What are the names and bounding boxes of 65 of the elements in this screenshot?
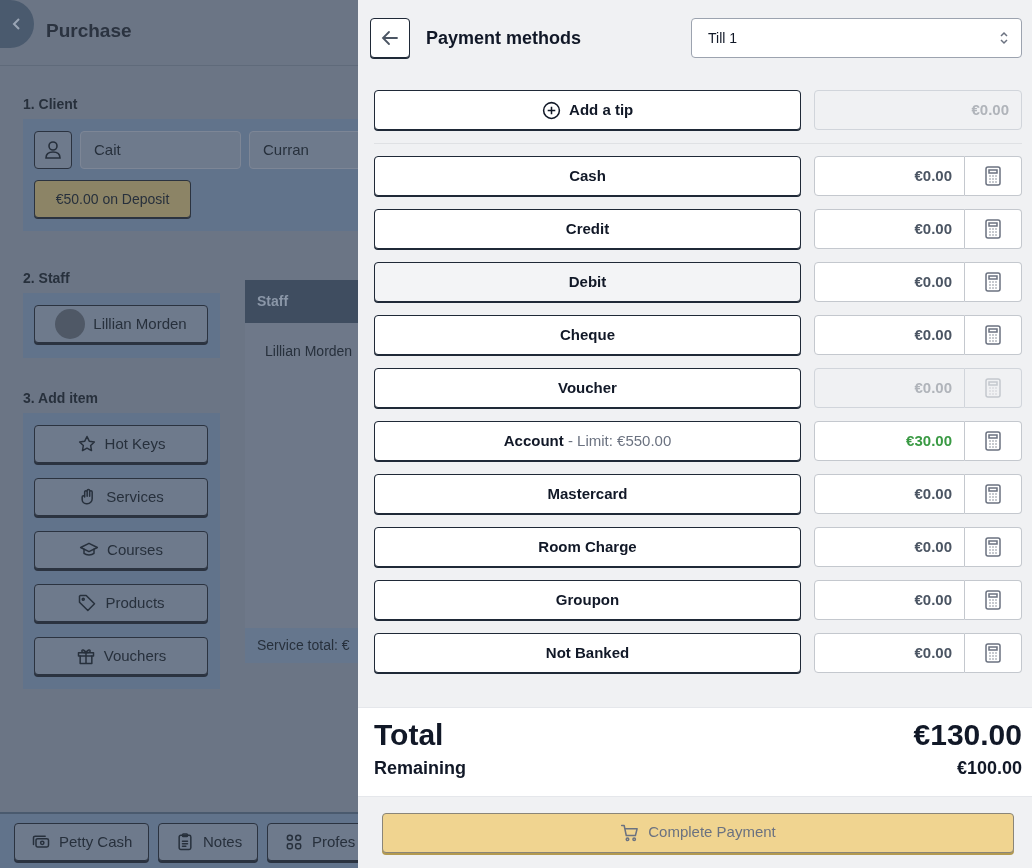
calculator-button[interactable] <box>965 580 1022 620</box>
amount-field[interactable]: €0.00 <box>814 209 965 249</box>
payment-method-button[interactable]: Room Charge <box>374 527 801 567</box>
table-header: Staff <box>245 280 358 323</box>
amount-field[interactable]: €0.00 <box>814 580 965 620</box>
star-icon <box>76 434 97 454</box>
amount-field[interactable]: €30.00 <box>814 421 965 461</box>
payment-method-button[interactable]: Cash <box>374 156 801 196</box>
till-select[interactable]: Till 1 <box>691 18 1022 58</box>
payment-method-button[interactable]: Mastercard <box>374 474 801 514</box>
deposit-button[interactable]: €50.00 on Deposit <box>34 180 191 218</box>
panel-title: Payment methods <box>426 26 582 50</box>
table-footer: Service total: € <box>245 628 358 663</box>
calculator-button[interactable] <box>965 421 1022 461</box>
plus-circle-icon <box>542 100 562 120</box>
remaining-amount: €100.00 <box>956 757 1022 780</box>
calculator-icon <box>984 431 1002 451</box>
calculator-icon <box>984 272 1002 292</box>
calculator-button[interactable] <box>965 209 1022 249</box>
back-arrow-icon <box>381 30 399 46</box>
section-heading: 2. Staff <box>23 269 71 288</box>
avatar <box>55 309 86 339</box>
calculator-icon <box>984 219 1002 239</box>
calculator-icon <box>984 166 1002 186</box>
total-amount: €130.00 <box>913 717 1022 753</box>
tag-icon <box>77 593 98 613</box>
section-heading: 1. Client <box>23 95 79 114</box>
clipboard-icon <box>175 832 195 852</box>
calculator-icon <box>984 484 1002 504</box>
calculator-button[interactable] <box>965 156 1022 196</box>
calculator-icon <box>984 590 1002 610</box>
chevron-updown-icon <box>999 30 1009 46</box>
back-icon <box>12 17 22 30</box>
calculator-button[interactable] <box>965 262 1022 302</box>
amount-field[interactable]: €0.00 <box>814 262 965 302</box>
back-button[interactable] <box>370 18 410 58</box>
amount-field[interactable]: €0.00 <box>814 527 965 567</box>
client-button[interactable] <box>34 131 72 169</box>
calculator-icon <box>984 378 1002 398</box>
calculator-button[interactable] <box>965 633 1022 673</box>
payment-method-button[interactable]: Groupon <box>374 580 801 620</box>
payment-method-button[interactable]: Not Banked <box>374 633 801 673</box>
calculator-button[interactable] <box>965 315 1022 355</box>
gift-icon <box>75 646 96 666</box>
grid-icon <box>284 832 304 852</box>
page-title: Purchase <box>46 18 132 43</box>
calculator-button[interactable] <box>965 527 1022 567</box>
calculator-icon <box>984 537 1002 557</box>
person-icon <box>44 140 62 160</box>
table-cell-text: Lillian Morden <box>264 342 354 361</box>
cart-icon <box>620 822 641 843</box>
remaining-label: Remaining <box>374 757 466 780</box>
amount-field[interactable]: €0.00 <box>814 633 965 673</box>
payment-method-button[interactable]: Credit <box>374 209 801 249</box>
calculator-button[interactable] <box>965 474 1022 514</box>
amount-field[interactable]: €0.00 <box>814 315 965 355</box>
amount-field[interactable]: €0.00 <box>814 156 965 196</box>
total-label: Total <box>374 717 444 753</box>
calculator-icon <box>984 643 1002 663</box>
section-heading: 3. Add item <box>23 389 99 408</box>
payment-method-button[interactable]: Account - Limit: €550.00 <box>374 421 801 461</box>
payment-method-button[interactable]: Cheque <box>374 315 801 355</box>
amount-field[interactable]: €0.00 <box>814 474 965 514</box>
payment-method-button[interactable]: Debit <box>374 262 801 302</box>
calculator-icon <box>984 325 1002 345</box>
